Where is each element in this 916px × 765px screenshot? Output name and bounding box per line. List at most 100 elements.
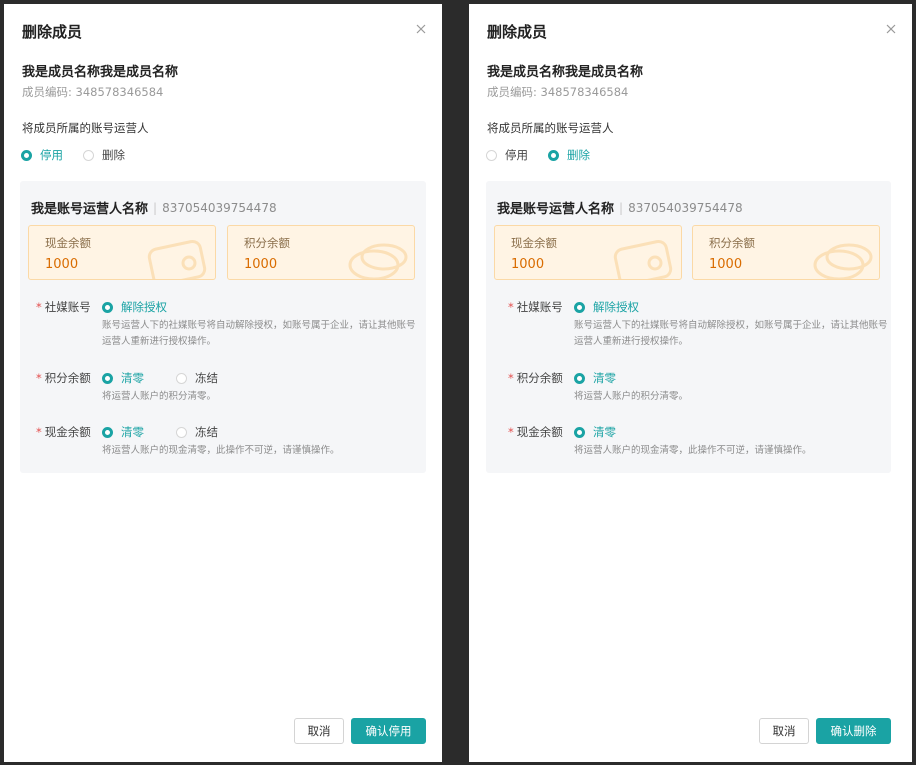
radio-disable[interactable]: 停用 xyxy=(21,147,63,163)
cash-field-label: * 现金余额 xyxy=(36,424,91,440)
radio-checked-icon xyxy=(574,372,585,384)
coins-watermark-icon xyxy=(813,243,873,279)
radio-delete[interactable]: 删除 xyxy=(83,147,125,163)
radio-cash-clear[interactable]: 清零 xyxy=(574,424,616,440)
points-balance-value: 1000 xyxy=(244,257,278,272)
points-field-label: * 积分余额 xyxy=(36,370,91,386)
delete-member-dialog-disable: 删除成员 我是成员名称我是成员名称 成员编码: 348578346584 将成员… xyxy=(4,4,442,762)
operator-action-radio-group: 停用 删除 xyxy=(21,147,145,163)
operator-id: 837054039754478 xyxy=(162,200,277,215)
radio-cash-clear[interactable]: 清零 xyxy=(102,424,144,440)
radio-label: 冻结 xyxy=(195,425,218,439)
radio-label: 清零 xyxy=(593,425,616,439)
required-mark: * xyxy=(508,425,514,439)
points-balance-card: 积分余额 1000 xyxy=(227,225,415,280)
member-code-label: 成员编码: xyxy=(22,85,72,99)
radio-label: 清零 xyxy=(121,371,144,385)
points-label-text: 积分余额 xyxy=(44,371,91,385)
member-code-label: 成员编码: xyxy=(487,85,537,99)
social-account-options: 解除授权 xyxy=(102,299,199,315)
radio-label: 冻结 xyxy=(195,371,218,385)
radio-label: 解除授权 xyxy=(593,300,639,314)
cash-balance-value: 1000 xyxy=(45,257,79,272)
cash-balance-label: 现金余额 xyxy=(511,236,557,250)
operator-name: 我是账号运营人名称 xyxy=(497,202,615,217)
radio-points-freeze[interactable]: 冻结 xyxy=(176,370,218,386)
confirm-disable-button[interactable]: 确认停用 xyxy=(351,718,426,744)
radio-disable[interactable]: 停用 xyxy=(486,147,528,163)
required-mark: * xyxy=(36,300,42,314)
close-icon[interactable] xyxy=(884,22,898,36)
cash-balance-card: 现金余额 1000 xyxy=(28,225,216,280)
operator-card: 我是账号运营人名称 | 837054039754478 现金余额 1000 积分… xyxy=(486,181,891,473)
radio-label: 删除 xyxy=(567,148,590,162)
cash-options: 清零 xyxy=(574,424,648,440)
dialog-title: 删除成员 xyxy=(22,23,83,41)
social-account-hint: 账号运营人下的社媒账号将自动解除授权，如账号属于企业，请让其他账号运营人重新进行… xyxy=(102,320,416,347)
delete-member-dialog-delete: 删除成员 我是成员名称我是成员名称 成员编码: 348578346584 将成员… xyxy=(469,4,912,762)
required-mark: * xyxy=(508,371,514,385)
radio-unchecked-icon xyxy=(486,149,497,161)
social-label-text: 社媒账号 xyxy=(516,300,563,314)
points-field-label: * 积分余额 xyxy=(508,370,563,386)
cancel-button[interactable]: 取消 xyxy=(294,718,344,744)
social-account-label: * 社媒账号 xyxy=(36,299,91,315)
radio-unchecked-icon xyxy=(176,372,187,384)
cash-balance-card: 现金余额 1000 xyxy=(494,225,682,280)
radio-label: 解除授权 xyxy=(121,300,167,314)
operator-card: 我是账号运营人名称 | 837054039754478 现金余额 1000 积分… xyxy=(20,181,426,473)
points-hint: 将运营人账户的积分清零。 xyxy=(102,391,217,402)
cash-options: 清零 冻结 xyxy=(102,424,250,440)
close-icon[interactable] xyxy=(414,22,428,36)
social-label-text: 社媒账号 xyxy=(44,300,91,314)
operator-name: 我是账号运营人名称 xyxy=(31,202,149,217)
radio-label: 清零 xyxy=(121,425,144,439)
radio-label: 停用 xyxy=(40,148,63,162)
cash-label-text: 现金余额 xyxy=(44,425,91,439)
cash-hint: 将运营人账户的现金清零，此操作不可逆，请谨慎操作。 xyxy=(574,445,812,456)
radio-label: 清零 xyxy=(593,371,616,385)
radio-checked-icon xyxy=(574,426,585,438)
radio-checked-icon xyxy=(102,426,113,438)
points-options: 清零 冻结 xyxy=(102,370,250,386)
divider: | xyxy=(619,200,624,215)
points-balance-label: 积分余额 xyxy=(244,236,290,250)
operator-id: 837054039754478 xyxy=(628,200,743,215)
cancel-button[interactable]: 取消 xyxy=(759,718,809,744)
radio-label: 删除 xyxy=(102,148,125,162)
radio-revoke-auth[interactable]: 解除授权 xyxy=(102,299,167,315)
cash-balance-value: 1000 xyxy=(511,257,545,272)
radio-checked-icon xyxy=(21,149,32,161)
cash-hint: 将运营人账户的现金清零，此操作不可逆，请谨慎操作。 xyxy=(102,445,340,456)
coins-watermark-icon xyxy=(348,243,408,279)
cash-field-label: * 现金余额 xyxy=(508,424,563,440)
social-account-options: 解除授权 xyxy=(574,299,671,315)
operator-action-question: 将成员所属的账号运营人 xyxy=(487,121,614,135)
radio-points-clear[interactable]: 清零 xyxy=(574,370,616,386)
wallet-watermark-icon xyxy=(147,239,207,279)
radio-checked-icon xyxy=(102,301,113,313)
required-mark: * xyxy=(36,425,42,439)
member-name: 我是成员名称我是成员名称 xyxy=(487,65,644,80)
radio-delete[interactable]: 删除 xyxy=(548,147,590,163)
dialog-title: 删除成员 xyxy=(487,23,548,41)
radio-cash-freeze[interactable]: 冻结 xyxy=(176,424,218,440)
radio-unchecked-icon xyxy=(83,149,94,161)
points-balance-label: 积分余额 xyxy=(709,236,755,250)
operator-action-radio-group: 停用 删除 xyxy=(486,147,610,163)
member-code: 成员编码: 348578346584 xyxy=(22,84,163,100)
member-code-value: 348578346584 xyxy=(540,85,629,99)
social-account-label: * 社媒账号 xyxy=(508,299,563,315)
cash-label-text: 现金余额 xyxy=(516,425,563,439)
member-code-value: 348578346584 xyxy=(75,85,164,99)
radio-points-clear[interactable]: 清零 xyxy=(102,370,144,386)
points-balance-card: 积分余额 1000 xyxy=(692,225,880,280)
divider: | xyxy=(153,200,158,215)
radio-revoke-auth[interactable]: 解除授权 xyxy=(574,299,639,315)
cash-balance-label: 现金余额 xyxy=(45,236,91,250)
radio-label: 停用 xyxy=(505,148,528,162)
points-options: 清零 xyxy=(574,370,648,386)
points-label-text: 积分余额 xyxy=(516,371,563,385)
required-mark: * xyxy=(36,371,42,385)
confirm-delete-button[interactable]: 确认删除 xyxy=(816,718,891,744)
